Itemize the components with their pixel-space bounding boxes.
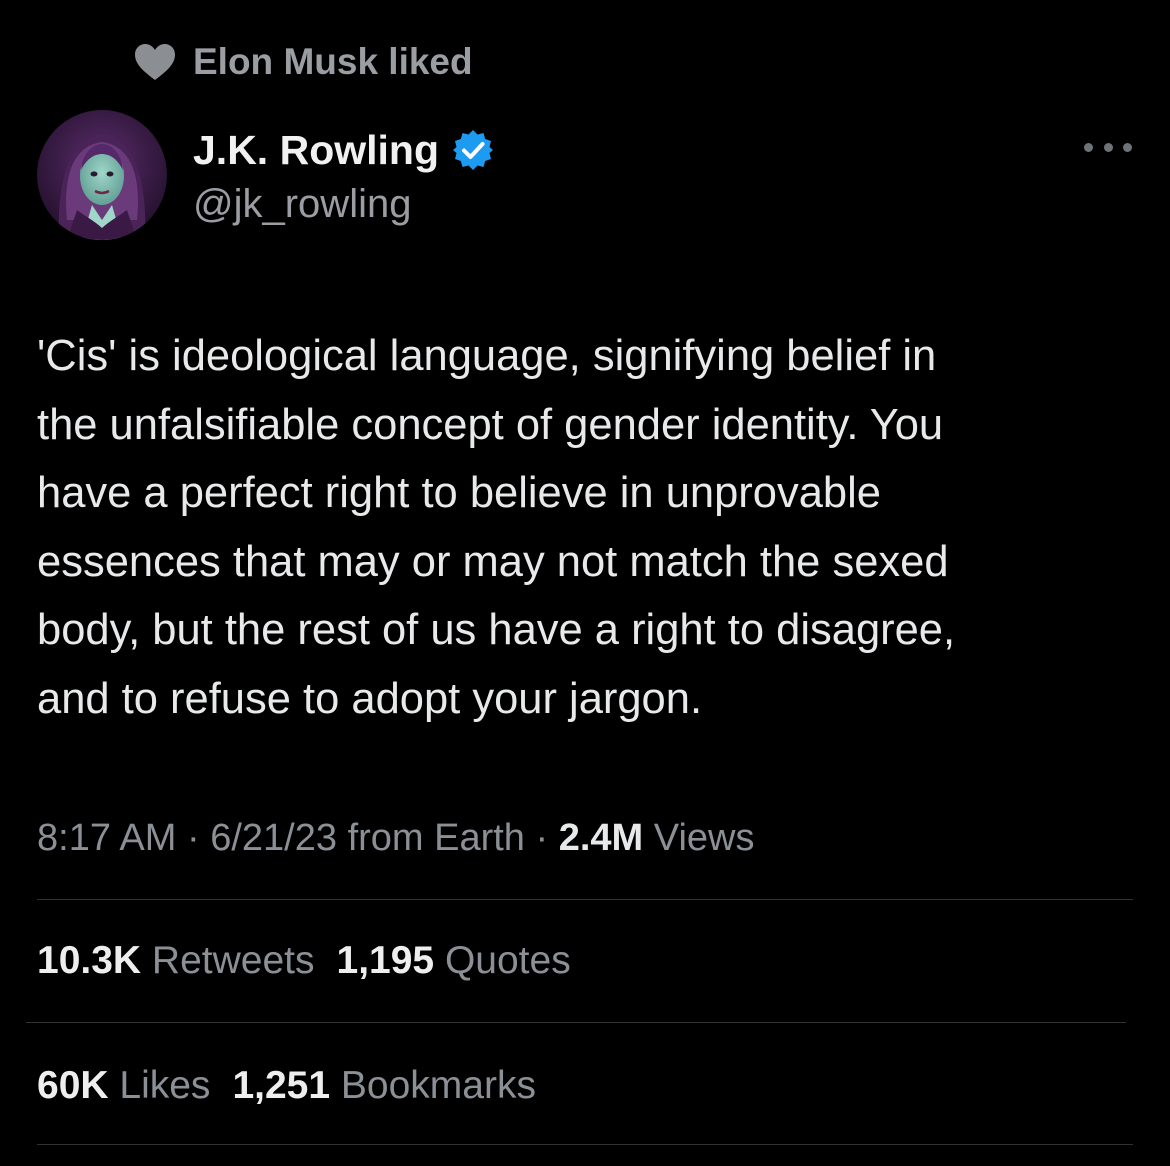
author-name-row[interactable]: J.K. Rowling — [193, 122, 495, 178]
tweet-time[interactable]: 8:17 AM — [37, 817, 176, 859]
meta-separator: · — [524, 817, 559, 859]
author-handle[interactable]: @jk_rowling — [193, 178, 411, 230]
tweet-source: from Earth — [347, 817, 525, 859]
more-options-icon[interactable] — [1084, 132, 1132, 162]
views-count: 2.4M — [558, 817, 644, 859]
quotes-label: Quotes — [444, 939, 571, 982]
retweets-label: Retweets — [151, 939, 315, 982]
social-context: Elon Musk liked — [133, 38, 473, 86]
bookmarks-stat[interactable]: 1,251 Bookmarks — [232, 1060, 536, 1112]
avatar[interactable] — [37, 110, 167, 240]
quotes-stat[interactable]: 1,195 Quotes — [337, 935, 571, 987]
likes-stat[interactable]: 60K Likes — [37, 1060, 210, 1112]
tweet-meta: 8:17 AM · 6/21/23 from Earth · 2.4M View… — [37, 812, 754, 864]
divider — [26, 1022, 1126, 1023]
more-dot — [1084, 142, 1093, 152]
quotes-count: 1,195 — [336, 939, 435, 982]
views-label: Views — [653, 817, 755, 859]
author-name[interactable]: J.K. Rowling — [193, 127, 439, 174]
retweets-count: 10.3K — [37, 939, 142, 982]
more-dot — [1123, 142, 1132, 152]
social-context-label: Elon Musk liked — [193, 41, 473, 82]
more-dot — [1103, 142, 1113, 152]
likes-label: Likes — [119, 1064, 211, 1107]
stats-row-likes: 60K Likes 1,251 Bookmarks — [37, 1060, 558, 1112]
likes-count: 60K — [37, 1064, 109, 1107]
divider — [37, 1144, 1133, 1145]
divider — [37, 899, 1133, 900]
meta-separator: · — [176, 817, 211, 859]
heart-icon — [133, 42, 177, 82]
stats-row-retweets: 10.3K Retweets 1,195 Quotes — [37, 935, 593, 987]
bookmarks-label: Bookmarks — [340, 1064, 536, 1107]
tweet-text: 'Cis' is ideological language, signifyin… — [37, 332, 956, 723]
bookmarks-count: 1,251 — [232, 1064, 331, 1107]
tweet-date[interactable]: 6/21/23 — [210, 817, 337, 859]
verified-badge-icon[interactable] — [451, 128, 495, 172]
retweets-stat[interactable]: 10.3K Retweets — [37, 935, 315, 987]
